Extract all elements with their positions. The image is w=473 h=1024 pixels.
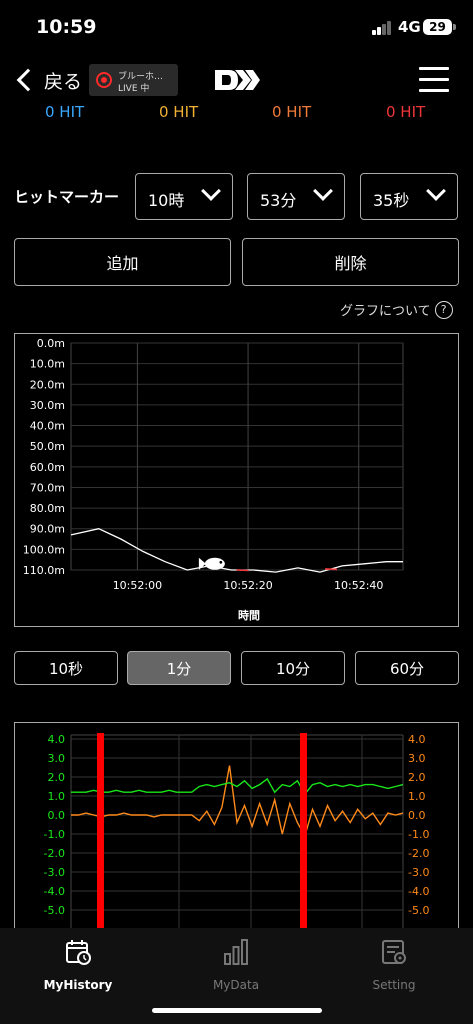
tab-mydata-label: MyData [212,978,260,992]
plot-frame [70,342,404,571]
range-60m-button[interactable]: 60分 [355,651,459,685]
hit-count-red: 0 HIT [386,103,426,121]
signal-icon [372,21,392,35]
right-tick-label: -3.0 [408,866,429,879]
right-tick-label: 2.0 [408,771,426,784]
hit-segment [325,568,338,571]
tab-setting[interactable]: Setting [334,938,454,992]
right-tick-label: 3.0 [408,752,426,765]
x-tick-label: 10:52:40 [334,579,383,592]
tab-setting-label: Setting [372,978,416,992]
battery-cap [453,24,456,30]
left-tick-label: 1.0 [48,790,66,803]
second-select[interactable]: 35秒 [360,173,458,220]
tab-myhistory-label: MyHistory [43,978,113,992]
chevron-down-icon [426,181,446,201]
y-tick-label: 90.0m [30,523,65,536]
back-button[interactable]: 戻る [14,64,82,96]
bar-chart-icon [224,939,248,965]
hit-marker-bar [97,733,104,943]
y-tick-label: 100.0m [23,543,65,556]
y-tick-label: 20.0m [30,378,65,391]
about-graph-link[interactable]: グラフについて ? [340,300,453,319]
live-status: LIVE 中 [118,84,150,94]
left-tick-label: -2.0 [44,847,65,860]
left-tick-label: -3.0 [44,866,65,879]
x-tick-label: 10:52:20 [223,579,272,592]
help-icon: ? [434,300,453,319]
left-tick-label: 2.0 [48,771,66,784]
hamburger-menu-icon[interactable] [419,67,449,93]
hit-segment [236,569,249,572]
minute-select[interactable]: 53分 [247,173,345,220]
y-tick-label: 0.0m [37,337,65,350]
range-10m-button[interactable]: 10分 [241,651,345,685]
depth-line [70,528,403,573]
history-calendar-icon [66,940,91,965]
left-tick-label: -5.0 [44,904,65,917]
right-tick-label: -1.0 [408,828,429,841]
left-tick-label: 4.0 [48,733,66,746]
hit-marker-label: ヒットマーカー [14,188,120,206]
chevron-left-icon [16,68,40,92]
network-type: 4G [398,18,421,36]
y-tick-label: 30.0m [30,399,65,412]
tab-myhistory[interactable]: MyHistory [18,938,138,992]
right-tick-label: -4.0 [408,885,429,898]
left-tick-label: -1.0 [44,828,65,841]
second-value: 35秒 [373,191,410,210]
left-tick-label: 3.0 [48,752,66,765]
y-tick-label: 70.0m [30,481,65,494]
right-tick-label: 4.0 [408,733,426,746]
hit-count-yellow: 0 HIT [159,103,199,121]
orange-sensor-line [71,765,404,838]
sensor-chart-panel: 4.0 3.0 2.0 1.0 0.0 -1.0 -2.0 -3.0 -4.0 -5.0 4.0 3.… [14,722,459,943]
tab-mydata[interactable]: MyData [176,938,296,992]
y-tick-label: 80.0m [30,502,65,515]
home-indicator [152,1008,322,1013]
y-tick-label: 110.0m [23,564,65,577]
left-tick-label: -4.0 [44,885,65,898]
right-tick-label: -2.0 [408,847,429,860]
add-button[interactable]: 追加 [14,238,231,286]
hour-select[interactable]: 10時 [135,173,233,220]
chevron-down-icon [201,181,221,201]
fish-icon [198,557,225,570]
left-tick-label: 0.0 [48,809,66,822]
y-tick-label: 50.0m [30,440,65,453]
hit-count-orange: 0 HIT [272,103,312,121]
chevron-down-icon [313,181,333,201]
depth-chart: 0.0m 10.0m 20.0m 30.0m 40.0m 50.0m 60.0m 70.0m 8… [23,337,404,622]
settings-icon [382,940,406,964]
sensor-chart: 4.0 3.0 2.0 1.0 0.0 -1.0 -2.0 -3.0 -4.0 -5.0 4.0 3.… [44,733,429,943]
x-axis-label: 時間 [238,608,260,622]
hit-marker-bar [300,733,307,943]
back-label: 戻る [44,70,83,93]
right-tick-label: 0.0 [408,809,426,822]
green-sensor-line [71,777,404,796]
delete-button[interactable]: 削除 [242,238,459,286]
x-tick-label: 10:52:00 [113,579,162,592]
right-tick-label: -5.0 [408,904,429,917]
about-graph-label: グラフについて [340,304,431,319]
hit-count-blue: 0 HIT [45,103,85,121]
battery-icon: 29 [423,19,452,35]
y-tick-label: 60.0m [30,461,65,474]
depth-chart-panel: 0.0m 10.0m 20.0m 30.0m 40.0m 50.0m 60.0m 70.0m 8… [14,333,459,627]
y-tick-label: 10.0m [30,358,65,371]
hour-value: 10時 [148,191,185,210]
minute-value: 53分 [260,191,297,210]
range-1m-button[interactable]: 1分 [127,651,231,685]
live-record-icon [96,72,112,88]
status-time: 10:59 [36,16,97,38]
status-bar: 10:59 4G 29 [0,0,473,56]
y-tick-label: 40.0m [30,420,65,433]
live-badge[interactable]: ブルーホ… LIVE 中 [89,64,178,96]
right-tick-label: 1.0 [408,790,426,803]
daiwa-logo [215,70,260,90]
range-10s-button[interactable]: 10秒 [14,651,118,685]
